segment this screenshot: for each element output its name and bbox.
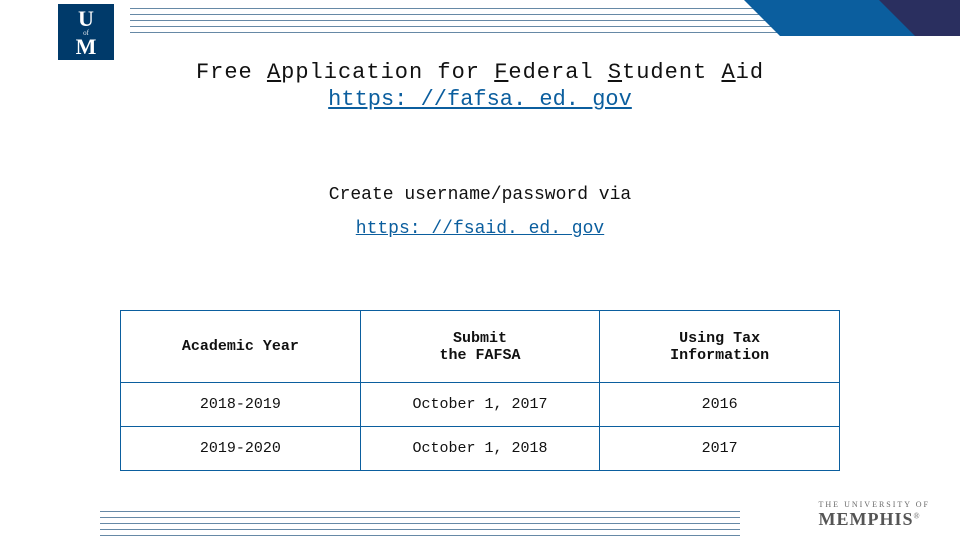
header-accent-bar (780, 0, 960, 36)
table-row: 2018-2019October 1, 20172016 (121, 383, 840, 427)
table-cell: October 1, 2018 (360, 427, 600, 471)
table-cell: 2018-2019 (121, 383, 361, 427)
table-header: Using TaxInformation (600, 311, 840, 383)
fafsa-link[interactable]: https: //fafsa. ed. gov (328, 87, 632, 112)
table-cell: 2019-2020 (121, 427, 361, 471)
subtitle-text: Create username/password via (0, 185, 960, 205)
table-cell: 2017 (600, 427, 840, 471)
table-header: Submitthe FAFSA (360, 311, 600, 383)
logo-of: of (58, 29, 114, 37)
table-row: 2019-2020October 1, 20182017 (121, 427, 840, 471)
subtitle-block: Create username/password via https: //fs… (0, 185, 960, 239)
bottom-rule-lines (100, 506, 740, 532)
university-logo: U of M (58, 4, 114, 60)
table-cell: October 1, 2017 (360, 383, 600, 427)
slide-title-block: Free Application for Federal Student Aid… (0, 60, 960, 112)
table-cell: 2016 (600, 383, 840, 427)
table-header: Academic Year (121, 311, 361, 383)
brand-small: THE UNIVERSITY OF (819, 500, 930, 509)
fsaid-link[interactable]: https: //fsaid. ed. gov (356, 219, 604, 239)
brand-big: MEMPHIS (819, 509, 914, 529)
registered-icon: ® (914, 512, 920, 521)
university-wordmark: THE UNIVERSITY OF MEMPHIS® (819, 500, 930, 530)
fafsa-table: Academic YearSubmitthe FAFSAUsing TaxInf… (120, 310, 840, 471)
logo-letter-u: U (58, 9, 114, 29)
slide-title: Free Application for Federal Student Aid (0, 60, 960, 85)
logo-letter-m: M (58, 37, 114, 57)
